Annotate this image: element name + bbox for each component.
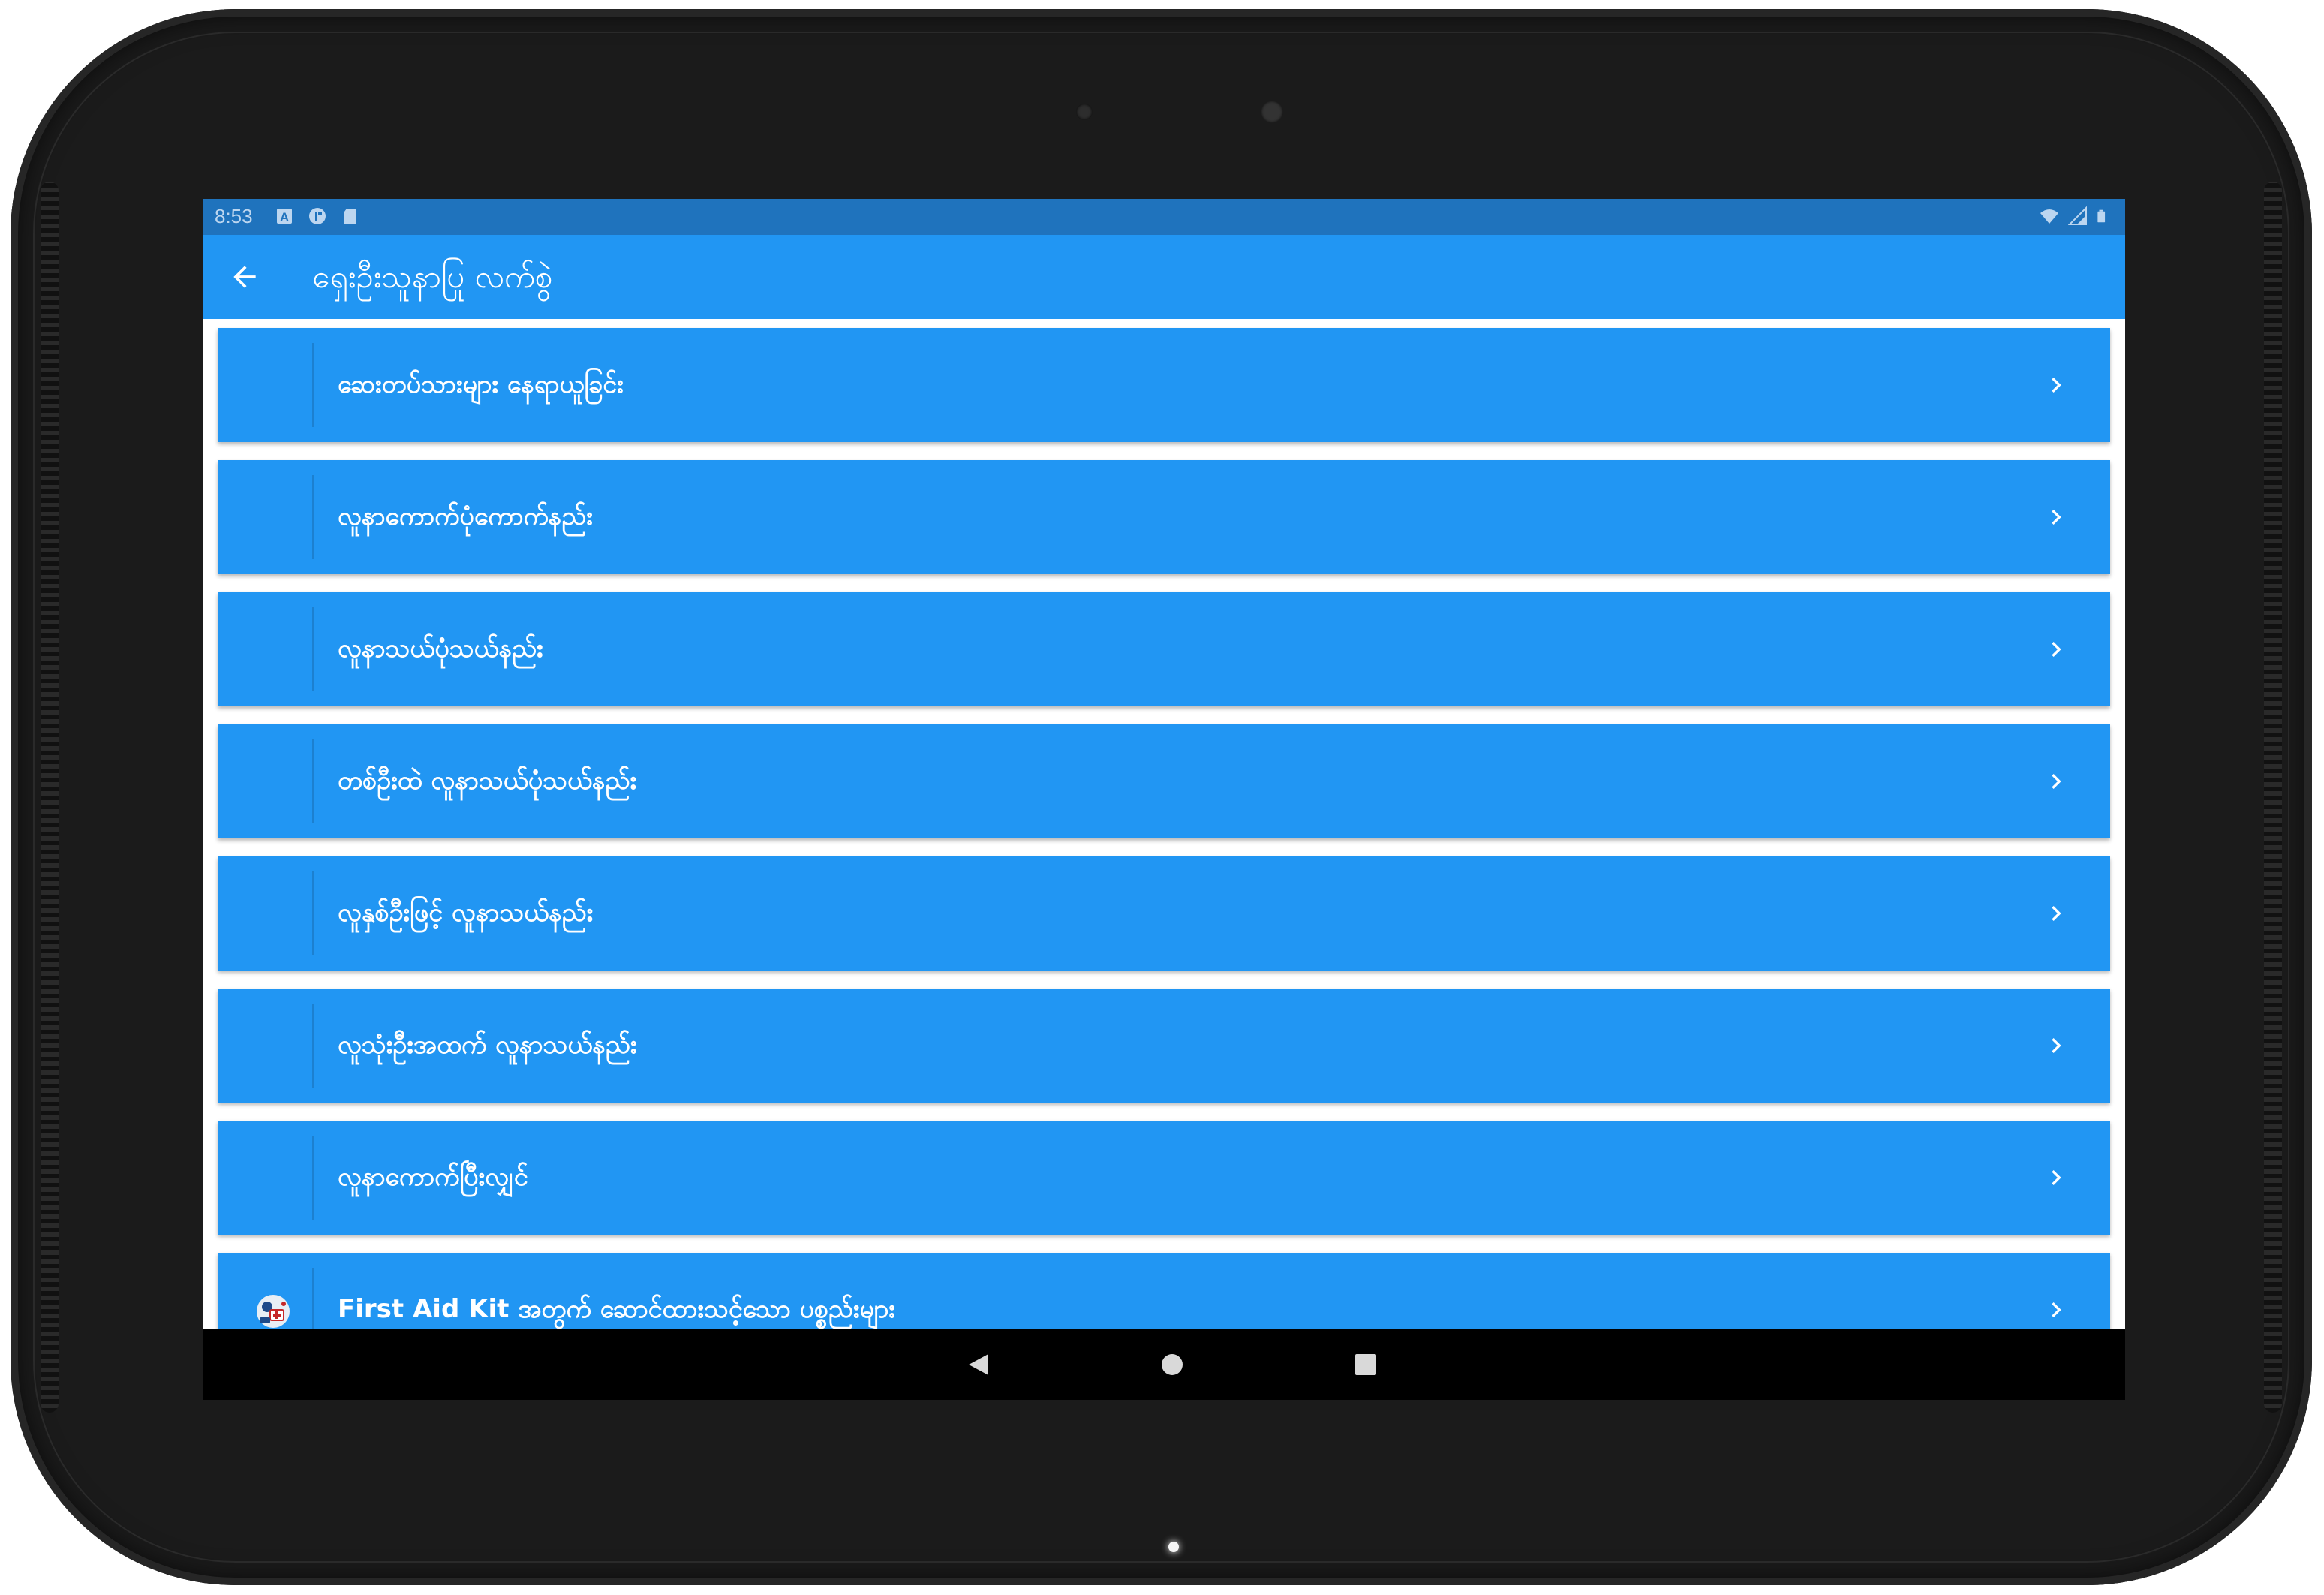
list-item[interactable]: တစ်ဦးထဲ လူနာသယ်ပုံသယ်နည်း: [218, 724, 2110, 838]
battery-icon: [2097, 209, 2106, 223]
list-item-label: လူနှစ်ဦးဖြင့် လူနာသယ်နည်း: [338, 898, 594, 928]
nav-home-button[interactable]: [1154, 1347, 1190, 1383]
chevron-right-icon: [2052, 1302, 2061, 1317]
signal-icon: [2068, 206, 2087, 225]
item-divider: [312, 1004, 314, 1088]
back-button[interactable]: [222, 254, 267, 299]
chevron-right-icon: [2052, 642, 2061, 657]
chevron-right-icon: [2052, 1170, 2061, 1185]
status-system-icons: [2040, 206, 2110, 226]
chevron-right-icon: [2052, 378, 2061, 393]
list-item[interactable]: လူသုံးဦးအထက် လူနာသယ်နည်း: [218, 989, 2110, 1103]
list-item-label: First Aid Kit အတွက် ဆောင်ထားသင့်သော ပစ္စ…: [338, 1294, 895, 1324]
chevron-right-icon: [2052, 1038, 2061, 1053]
chevron-right-icon: [2052, 906, 2061, 921]
page-title: ရှေးဦးသူနာပြု လက်စွဲ: [312, 258, 553, 295]
item-divider: [312, 739, 314, 823]
app-notification-icon: [309, 208, 326, 224]
item-divider: [312, 1136, 314, 1220]
item-divider: [312, 343, 314, 427]
home-led-indicator: [1168, 1542, 1179, 1552]
app-bar: ရှေးဦးသူနာပြု လက်စွဲ: [203, 235, 2125, 319]
item-divider: [312, 607, 314, 691]
front-camera-icon: [1261, 101, 1283, 123]
item-divider: [312, 871, 314, 955]
arrow-left-icon: [233, 266, 256, 288]
notification-a-icon: A: [277, 209, 292, 224]
recents-square-icon: [1355, 1354, 1376, 1375]
topic-list: ဆေးတပ်သားများ နေရာယူခြင်း လူနာကောက်ပုံကေ…: [203, 319, 2125, 1329]
left-speaker-grille: [41, 182, 59, 1413]
sd-card-icon: [344, 209, 356, 224]
back-triangle-icon: [969, 1354, 988, 1375]
list-item-label: တစ်ဦးထဲ လူနာသယ်ပုံသယ်နည်း: [338, 766, 637, 796]
wifi-icon: [2040, 209, 2058, 224]
status-bar: 8:53 A: [203, 199, 2125, 235]
list-item[interactable]: လူနာကောက်ပုံကောက်နည်း: [218, 460, 2110, 574]
list-item[interactable]: လူနာသယ်ပုံသယ်နည်း: [218, 592, 2110, 706]
list-item[interactable]: ဆေးတပ်သားများ နေရာယူခြင်း: [218, 328, 2110, 442]
item-divider: [312, 1268, 314, 1329]
status-notification-icons: A: [275, 206, 360, 226]
list-item-label: လူနာကောက်ပုံကောက်နည်း: [338, 501, 593, 531]
item-divider: [312, 475, 314, 559]
list-item-label: လူနာသယ်ပုံသယ်နည်း: [338, 633, 543, 664]
first-aid-kit-icon: [257, 1295, 290, 1328]
system-navigation-bar: [203, 1329, 2125, 1400]
status-time: 8:53: [215, 205, 253, 227]
list-item-label: လူသုံးဦးအထက် လူနာသယ်နည်း: [338, 1030, 637, 1060]
front-sensor: [1076, 104, 1093, 120]
device-screen: 8:53 A ရှေးဦးသူနာပြု လက်စွဲ ဆေးတပ်သားမျာ…: [203, 199, 2125, 1400]
list-item-label: ဆေးတပ်သားများ နေရာယူခြင်း: [338, 369, 624, 399]
list-item[interactable]: First Aid Kit အတွက် ဆောင်ထားသင့်သော ပစ္စ…: [218, 1253, 2110, 1329]
chevron-right-icon: [2052, 774, 2061, 789]
list-item-label: လူနာကောက်ပြီးလျှင်: [338, 1162, 528, 1192]
nav-recents-button[interactable]: [1348, 1347, 1384, 1383]
chevron-right-icon: [2052, 510, 2061, 525]
nav-back-button[interactable]: [961, 1347, 997, 1383]
list-item[interactable]: လူနာကောက်ပြီးလျှင်: [218, 1121, 2110, 1235]
svg-text:A: A: [280, 210, 289, 224]
right-speaker-grille: [2264, 182, 2282, 1413]
list-item[interactable]: လူနှစ်ဦးဖြင့် လူနာသယ်နည်း: [218, 856, 2110, 971]
home-circle-icon: [1162, 1354, 1183, 1375]
